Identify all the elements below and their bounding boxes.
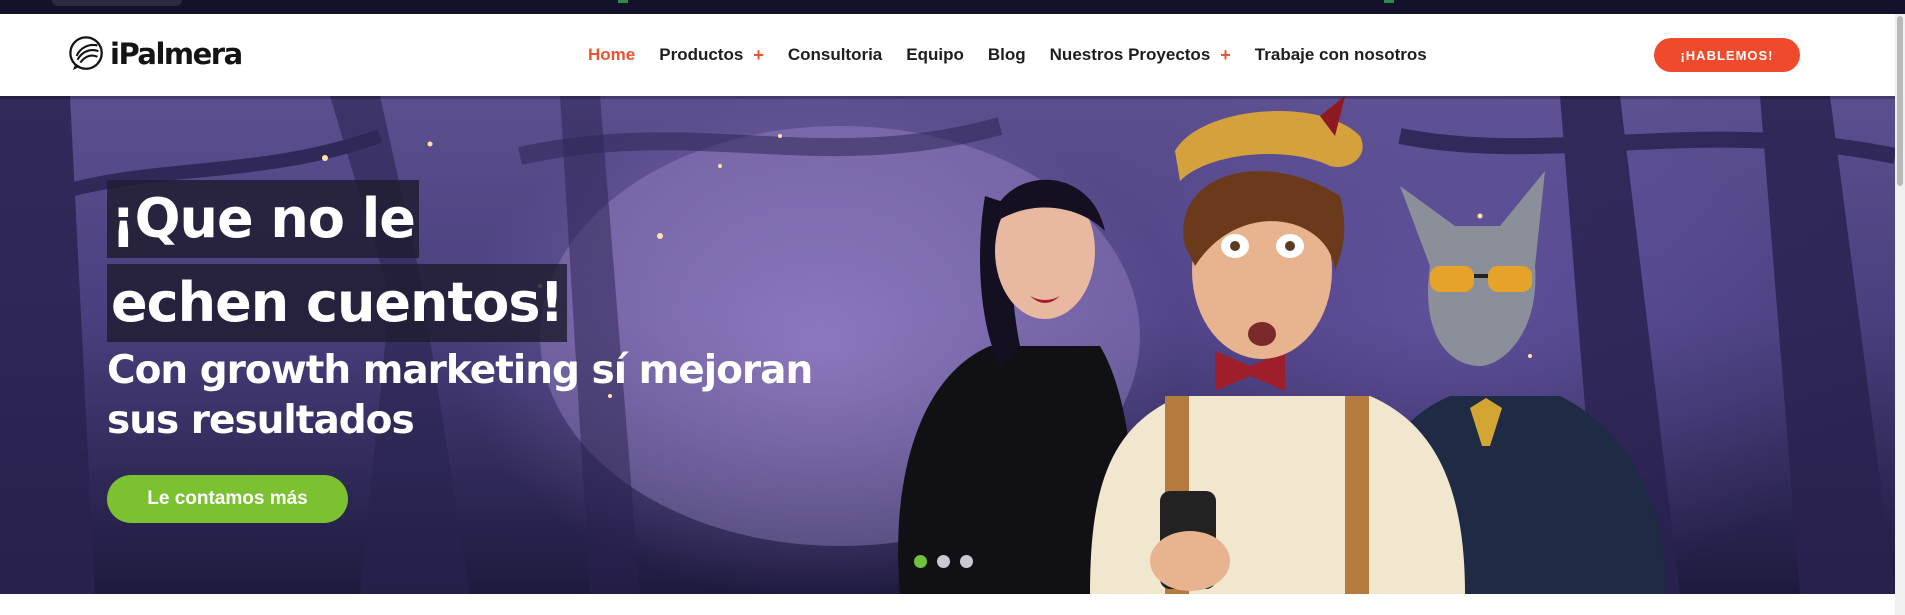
logo-wordmark: iPalmera <box>110 37 243 71</box>
scrollbar-thumb[interactable] <box>1897 16 1903 186</box>
nav-item-label: Blog <box>987 45 1026 64</box>
slider-pagination <box>914 555 983 568</box>
main-navigation: Home Productos + Consultoria Equipo Blog… <box>588 42 1451 68</box>
plus-icon[interactable]: + <box>753 45 764 66</box>
site-header: iPalmera Home Productos + Consultoria Eq… <box>0 14 1905 96</box>
nav-item-consultoria[interactable]: Consultoria <box>788 45 882 65</box>
header-divider <box>0 96 1895 99</box>
slider-dot-2[interactable] <box>937 555 950 568</box>
nav-item-equipo[interactable]: Equipo <box>906 45 964 65</box>
nav-item-label: Consultoria <box>787 45 883 64</box>
hero-subheadline: Con growth marketing sí mejoran sus resu… <box>107 348 813 443</box>
nav-item-label: Nuestros Proyectos <box>1049 45 1211 64</box>
le-contamos-mas-button[interactable]: Le contamos más <box>107 475 348 523</box>
nav-item-nuestros-proyectos[interactable]: Nuestros Proyectos + <box>1050 45 1231 66</box>
nav-item-productos[interactable]: Productos + <box>659 45 764 66</box>
nav-item-label: Productos <box>659 45 744 64</box>
nav-item-home[interactable]: Home <box>588 45 635 65</box>
hero-headline-line-1: ¡Que no le <box>107 180 419 258</box>
nav-item-label: Equipo <box>906 45 964 64</box>
plus-icon[interactable]: + <box>1220 45 1231 66</box>
hero-slider: ¡Que no le echen cuentos! Con growth mar… <box>0 96 1895 594</box>
nav-item-label: Trabaje con nosotros <box>1254 45 1427 64</box>
indicator-mark <box>1384 0 1394 3</box>
slider-dot-1[interactable] <box>914 555 927 568</box>
nav-item-blog[interactable]: Blog <box>988 45 1026 65</box>
page-scrollbar[interactable] <box>1895 14 1905 615</box>
nav-item-label: Home <box>588 45 636 64</box>
palm-logo-icon <box>69 36 103 71</box>
hablemos-button[interactable]: ¡HABLEMOS! <box>1654 38 1800 72</box>
browser-top-strip <box>0 0 1905 14</box>
indicator-mark <box>618 0 628 3</box>
slider-dot-3[interactable] <box>960 555 973 568</box>
hero-headline-line-2: echen cuentos! <box>107 264 568 342</box>
nav-item-trabaje-con-nosotros[interactable]: Trabaje con nosotros <box>1255 45 1427 65</box>
browser-tab-stub <box>52 0 182 6</box>
site-logo[interactable]: iPalmera <box>68 33 243 75</box>
